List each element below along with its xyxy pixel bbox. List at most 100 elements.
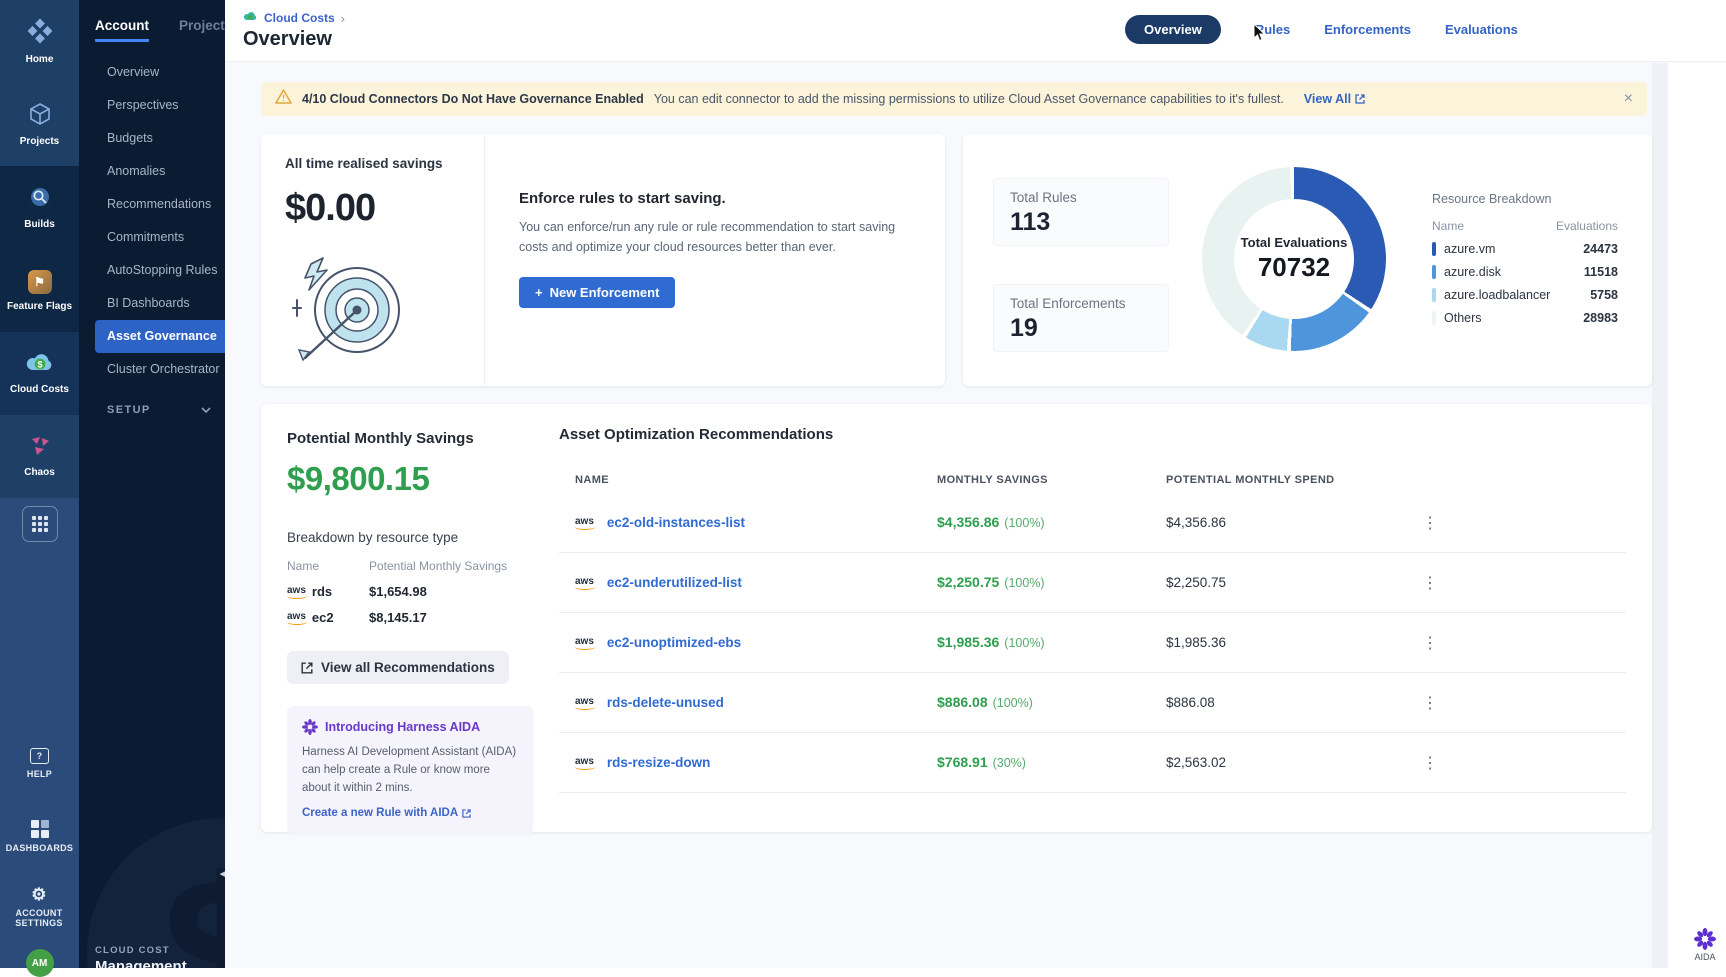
row-menu-kebab-icon[interactable]: ⋮ bbox=[1416, 573, 1444, 593]
sidebar-item-cluster-orchestrator[interactable]: Cluster Orchestrator bbox=[79, 353, 225, 386]
rail-bottom-section: ? HELP DASHBOARDS ⚙ ACCOUNT SETTINGS AM bbox=[0, 498, 79, 968]
potential-monthly-savings-panel: Potential Monthly Savings $9,800.15 Brea… bbox=[287, 430, 537, 834]
recommendation-link[interactable]: ec2-old-instances-list bbox=[607, 515, 745, 530]
breakdown-headers: Name Potential Monthly Savings bbox=[287, 559, 537, 573]
sidebar-item-overview[interactable]: Overview bbox=[79, 56, 225, 89]
module-picker-button[interactable] bbox=[22, 506, 58, 542]
sidebar-item-commitments[interactable]: Commitments bbox=[79, 221, 225, 254]
total-rules-label: Total Rules bbox=[1010, 190, 1152, 205]
external-link-icon bbox=[301, 662, 313, 674]
realised-savings-amount: $0.00 bbox=[285, 187, 484, 230]
row-menu-kebab-icon[interactable]: ⋮ bbox=[1416, 753, 1444, 773]
aida-assistant-button[interactable]: AIDA bbox=[1694, 928, 1716, 962]
legend-swatch-azure-loadbalancer bbox=[1432, 288, 1436, 302]
chaos-icon bbox=[28, 435, 52, 460]
setup-label: SETUP bbox=[107, 404, 151, 416]
chevron-down-icon bbox=[201, 404, 211, 416]
close-icon[interactable]: × bbox=[1624, 91, 1633, 107]
view-all-recommendations-button[interactable]: View all Recommendations bbox=[287, 651, 509, 684]
col-header-monthly-savings: MONTHLY SAVINGS bbox=[937, 474, 1166, 486]
rail-module-chaos[interactable]: Chaos bbox=[0, 415, 79, 498]
setup-section-toggle[interactable]: SETUP bbox=[79, 404, 225, 416]
governance-warning-banner: 4/10 Cloud Connectors Do Not Have Govern… bbox=[261, 82, 1647, 116]
resource-breakdown-title: Resource Breakdown bbox=[1432, 192, 1618, 206]
user-avatar[interactable]: AM bbox=[26, 949, 54, 977]
recommendation-link[interactable]: rds-resize-down bbox=[607, 755, 711, 770]
aws-logo-icon: aws bbox=[575, 576, 594, 590]
table-row: aws rds-delete-unused $886.08(100%) $886… bbox=[559, 673, 1626, 733]
sidebar-item-autostopping-rules[interactable]: AutoStopping Rules bbox=[79, 254, 225, 287]
legend-evaluations-header: Evaluations bbox=[1556, 219, 1618, 233]
realised-savings-title: All time realised savings bbox=[285, 156, 484, 171]
donut-center-label: Total Evaluations bbox=[1241, 235, 1348, 250]
enforce-title: Enforce rules to start saving. bbox=[519, 190, 921, 207]
account-settings-label: ACCOUNT SETTINGS bbox=[7, 908, 71, 928]
sidebar-item-budgets[interactable]: Budgets bbox=[79, 122, 225, 155]
asset-optimization-table: Asset Optimization Recommendations NAME … bbox=[559, 426, 1626, 793]
dashboards-button[interactable]: DASHBOARDS bbox=[0, 820, 79, 853]
rail-module-label: Builds bbox=[24, 219, 55, 230]
row-menu-kebab-icon[interactable]: ⋮ bbox=[1416, 693, 1444, 713]
table-row: aws ec2-underutilized-list $2,250.75(100… bbox=[559, 553, 1626, 613]
recommendation-link[interactable]: ec2-underutilized-list bbox=[607, 575, 742, 590]
donut-center: Total Evaluations 70732 bbox=[1234, 199, 1354, 319]
help-button[interactable]: ? HELP bbox=[0, 748, 79, 779]
sidebar-item-anomalies[interactable]: Anomalies bbox=[79, 155, 225, 188]
rail-module-label: Projects bbox=[20, 136, 59, 147]
asset-optimization-title: Asset Optimization Recommendations bbox=[559, 426, 1626, 443]
tab-overview[interactable]: Overview bbox=[1125, 15, 1221, 44]
create-rule-with-aida-link[interactable]: Create a new Rule with AIDA bbox=[302, 807, 471, 819]
right-gutter bbox=[1668, 63, 1726, 968]
realised-savings-card: All time realised savings $0.00 bbox=[261, 134, 945, 386]
recommendation-link[interactable]: ec2-unoptimized-ebs bbox=[607, 635, 741, 650]
row-menu-kebab-icon[interactable]: ⋮ bbox=[1416, 513, 1444, 533]
tab-account[interactable]: Account bbox=[95, 18, 149, 42]
total-enforcements-stat: Total Enforcements 19 bbox=[993, 284, 1169, 352]
table-header-row: NAME MONTHLY SAVINGS POTENTIAL MONTHLY S… bbox=[559, 467, 1626, 493]
donut-center-value: 70732 bbox=[1258, 252, 1330, 283]
scope-tabs: Account Project bbox=[79, 0, 225, 42]
tab-evaluations[interactable]: Evaluations bbox=[1445, 22, 1518, 37]
sidebar-item-recommendations[interactable]: Recommendations bbox=[79, 188, 225, 221]
rail-module-home[interactable]: Home bbox=[0, 0, 79, 83]
rail-module-projects[interactable]: Projects bbox=[0, 83, 79, 166]
total-rules-value: 113 bbox=[1010, 208, 1152, 237]
rail-module-feature-flags[interactable]: ⚑ Feature Flags bbox=[0, 249, 79, 332]
legend-row: azure.loadbalancer 5758 bbox=[1432, 288, 1618, 302]
breakdown-by-resource-title: Breakdown by resource type bbox=[287, 530, 537, 545]
sidebar-item-bi-dashboards[interactable]: BI Dashboards bbox=[79, 287, 225, 320]
rail-module-label: Home bbox=[26, 54, 54, 65]
tab-enforcements[interactable]: Enforcements bbox=[1324, 22, 1411, 37]
svg-text:$: $ bbox=[37, 360, 42, 370]
view-all-link[interactable]: View All bbox=[1304, 92, 1365, 106]
rail-module-label: Feature Flags bbox=[7, 301, 72, 312]
evaluations-donut-chart: Total Evaluations 70732 bbox=[1202, 167, 1386, 351]
total-enforcements-label: Total Enforcements bbox=[1010, 296, 1152, 311]
new-enforcement-button[interactable]: + New Enforcement bbox=[519, 277, 675, 308]
aida-flower-icon bbox=[1694, 928, 1716, 950]
plus-icon: + bbox=[535, 285, 543, 300]
breadcrumb-cloud-costs[interactable]: Cloud Costs bbox=[264, 11, 335, 25]
main-content: Cloud Costs › Overview Overview Rules En… bbox=[225, 0, 1726, 968]
rail-module-cloud-costs[interactable]: $ Cloud Costs bbox=[0, 332, 79, 415]
aws-logo-icon: aws bbox=[575, 636, 594, 650]
sidebar-collapse-icon[interactable]: ◂ bbox=[219, 867, 225, 880]
table-row: aws ec2-unoptimized-ebs $1,985.36(100%) … bbox=[559, 613, 1626, 673]
col-header-potential-monthly-spend: POTENTIAL MONTHLY SPEND bbox=[1166, 474, 1416, 486]
sidebar-item-asset-governance[interactable]: Asset Governance bbox=[95, 320, 225, 353]
page-title: Overview bbox=[243, 28, 332, 51]
resource-breakdown-legend: Resource Breakdown Name Evaluations azur… bbox=[1432, 192, 1618, 325]
governance-stats-card: Total Rules 113 Total Enforcements 19 To… bbox=[963, 134, 1652, 386]
rail-module-builds[interactable]: Builds bbox=[0, 166, 79, 249]
banner-body: You can edit connector to add the missin… bbox=[654, 92, 1284, 106]
aida-promo-body: Harness AI Development Assistant (AIDA) … bbox=[302, 744, 518, 797]
row-menu-kebab-icon[interactable]: ⋮ bbox=[1416, 633, 1444, 653]
grid-icon bbox=[32, 516, 48, 532]
vertical-scrollbar[interactable] bbox=[1652, 63, 1668, 968]
aws-logo-icon: aws bbox=[287, 611, 306, 625]
recommendation-link[interactable]: rds-delete-unused bbox=[607, 695, 724, 710]
aida-fab-label: AIDA bbox=[1694, 952, 1715, 962]
account-settings-button[interactable]: ⚙ ACCOUNT SETTINGS bbox=[7, 886, 71, 928]
tab-project[interactable]: Project bbox=[179, 18, 225, 42]
sidebar-item-perspectives[interactable]: Perspectives bbox=[79, 89, 225, 122]
